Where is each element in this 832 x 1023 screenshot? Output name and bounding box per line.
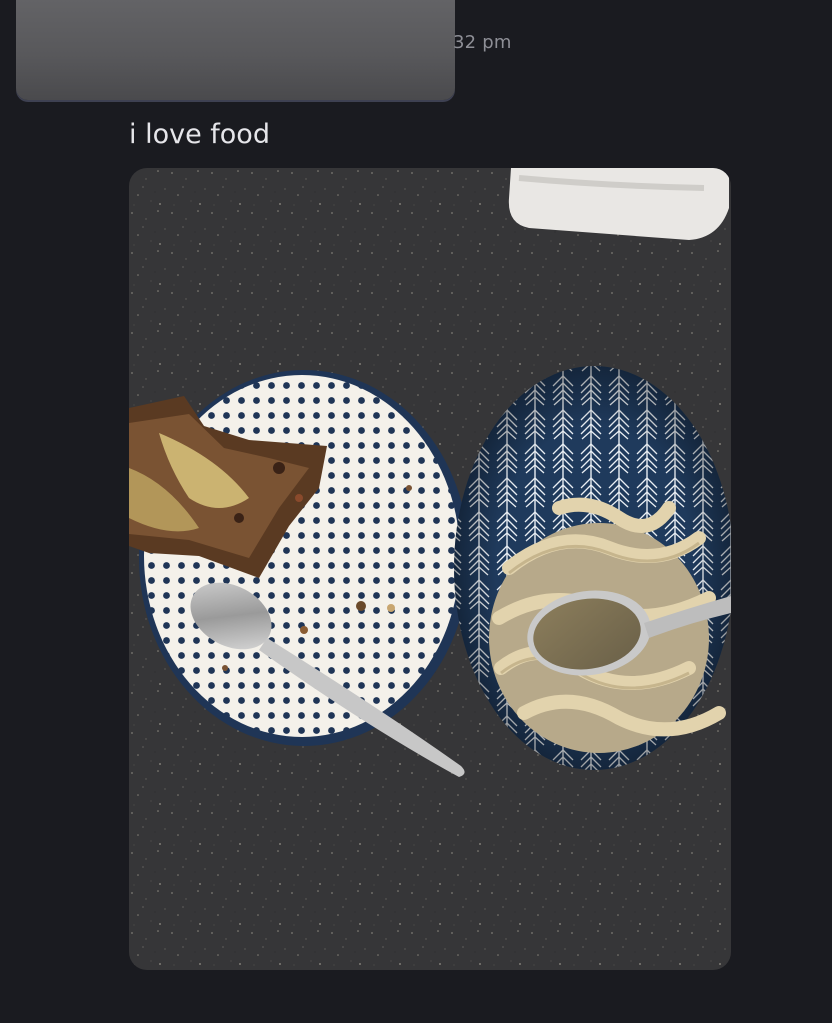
message-timestamp: 32 pm <box>453 32 512 53</box>
redacted-previous-message <box>16 0 455 100</box>
photo-attachment[interactable] <box>129 168 731 970</box>
message-text: i love food <box>129 119 270 150</box>
